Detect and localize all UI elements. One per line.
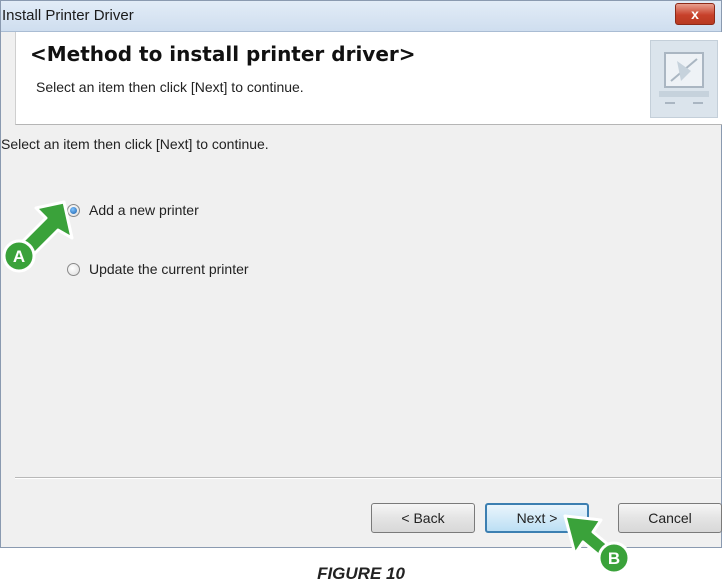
page-title: <Method to install printer driver> — [30, 42, 416, 66]
title-bar[interactable]: Install Printer Driver x — [1, 1, 721, 32]
option-label[interactable]: Add a new printer — [89, 202, 199, 218]
wizard-header: <Method to install printer driver> Selec… — [15, 32, 722, 125]
printer-setup-icon — [650, 40, 718, 118]
callout-a-label: A — [13, 247, 25, 266]
window-title: Install Printer Driver — [2, 7, 134, 24]
close-button[interactable]: x — [675, 3, 715, 25]
callout-a-arrow: A — [2, 200, 74, 273]
instruction-text: Select an item then click [Next] to cont… — [1, 136, 269, 152]
figure-caption: FIGURE 10 — [317, 564, 405, 583]
footer-separator — [15, 477, 721, 479]
install-printer-driver-dialog: Install Printer Driver x <Method to inst… — [0, 0, 722, 548]
page-subtitle: Select an item then click [Next] to cont… — [36, 79, 304, 95]
option-label[interactable]: Update the current printer — [89, 261, 249, 277]
back-button[interactable]: < Back — [371, 503, 475, 533]
close-icon: x — [691, 6, 699, 22]
